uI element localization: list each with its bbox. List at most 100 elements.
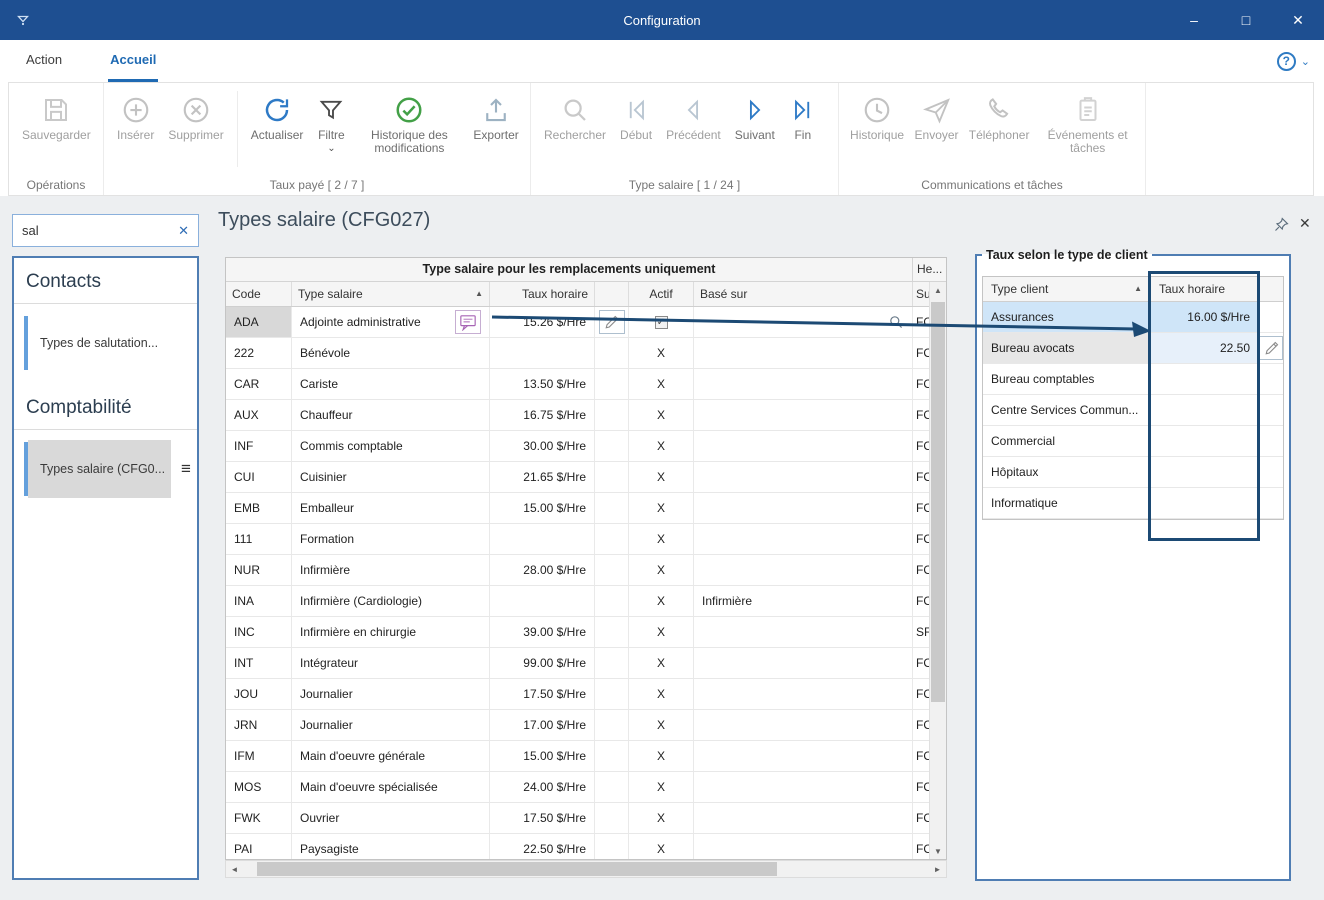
column-header-label: Actif xyxy=(649,282,672,306)
ribbon-button-label: Rechercher xyxy=(544,129,606,142)
client-table-row[interactable]: Assurances16.00 $/Hre xyxy=(983,302,1283,333)
cell-code: JOU xyxy=(226,679,292,709)
column-header-Basé sur[interactable]: Basé sur xyxy=(694,282,913,306)
cell-code: CUI xyxy=(226,462,292,492)
table-row[interactable]: JRNJournalier17.00 $/HreXFO xyxy=(226,710,931,741)
phone-icon xyxy=(984,91,1014,129)
help-icon[interactable]: ? xyxy=(1277,52,1296,71)
ribbon-button-phone[interactable]: Téléphoner xyxy=(964,89,1034,142)
table-row[interactable]: CUICuisinier21.65 $/HreXFO xyxy=(226,462,931,493)
column-header-Code[interactable]: Code xyxy=(226,282,292,306)
column-header-taux-horaire[interactable]: Taux horaire xyxy=(1151,277,1259,301)
cell-actif: X xyxy=(629,400,694,430)
cell-taux-horaire xyxy=(490,586,595,616)
table-row[interactable]: MOSMain d'oeuvre spécialisée24.00 $/HreX… xyxy=(226,772,931,803)
table-row[interactable]: INFCommis comptable30.00 $/HreXFO xyxy=(226,431,931,462)
ribbon-button-label: Événements et tâches xyxy=(1041,129,1134,155)
table-row[interactable]: FWKOuvrier17.50 $/HreXFO xyxy=(226,803,931,834)
edit-pencil-icon[interactable] xyxy=(599,310,625,334)
column-header-type-client[interactable]: Type client▲ xyxy=(983,277,1151,301)
ribbon-button-save[interactable]: Sauvegarder xyxy=(15,89,98,142)
client-table-row[interactable]: Commercial xyxy=(983,426,1283,457)
scrollbar-thumb[interactable] xyxy=(257,862,777,876)
cell-taux-horaire: 22.50 xyxy=(1151,333,1259,363)
table-row[interactable]: JOUJournalier17.50 $/HreXFO xyxy=(226,679,931,710)
ribbon-button-history-check[interactable]: Historique des modifications xyxy=(352,89,466,155)
checkbox-checked-icon[interactable]: ✓ xyxy=(655,316,668,329)
chevron-down-icon[interactable]: ⌄ xyxy=(1301,55,1310,68)
client-table-row[interactable]: Bureau avocats22.50 xyxy=(983,333,1283,364)
ribbon-button-filter[interactable]: Filtre⌄ xyxy=(310,89,352,154)
cell-edit xyxy=(1259,302,1283,332)
tab-accueil[interactable]: Accueil xyxy=(108,40,158,82)
sort-asc-icon: ▲ xyxy=(475,282,483,306)
cell-code: INA xyxy=(226,586,292,616)
scroll-down-icon[interactable]: ▼ xyxy=(930,843,946,859)
clear-search-icon[interactable]: ✕ xyxy=(178,223,189,239)
sidebar-item[interactable]: Types salaire (CFG0...≡ xyxy=(24,440,197,498)
ribbon-button-label: Envoyer xyxy=(915,129,959,142)
cell-edit xyxy=(595,617,629,647)
ribbon-button-nav-first[interactable]: Début xyxy=(613,89,659,142)
horizontal-scrollbar[interactable]: ◄ ► xyxy=(225,860,947,878)
column-header-Type salaire[interactable]: Type salaire▲ xyxy=(292,282,490,306)
pin-icon[interactable] xyxy=(1274,217,1289,235)
client-table-row[interactable]: Centre Services Commun... xyxy=(983,395,1283,426)
search-input[interactable]: sal xyxy=(22,223,178,238)
table-row[interactable]: PAIPaysagiste22.50 $/HreXFO xyxy=(226,834,931,859)
client-table-header-row: Type client▲Taux horaire xyxy=(983,277,1283,302)
maximize-button[interactable]: □ xyxy=(1220,0,1272,40)
table-row[interactable]: AUXChauffeur16.75 $/HreXFO xyxy=(226,400,931,431)
ribbon-button-delete[interactable]: Supprimer xyxy=(161,89,230,142)
scroll-left-icon[interactable]: ◄ xyxy=(226,861,243,877)
ribbon-button-nav-previous[interactable]: Précédent xyxy=(659,89,728,142)
table-row[interactable]: INTIntégrateur99.00 $/HreXFO xyxy=(226,648,931,679)
table-row[interactable]: ADAAdjointe administrative15.26 $/Hre✓FO xyxy=(226,307,931,338)
column-header-Taux horaire[interactable]: Taux horaire xyxy=(490,282,595,306)
table-row[interactable]: 222BénévoleXFO xyxy=(226,338,931,369)
table-row[interactable]: CARCariste13.50 $/HreXFO xyxy=(226,369,931,400)
cell-code: CAR xyxy=(226,369,292,399)
scrollbar-track[interactable] xyxy=(243,861,929,877)
cell-type-salaire: Commis comptable xyxy=(292,431,490,461)
ribbon-button-events[interactable]: Événements et tâches xyxy=(1034,89,1141,155)
hamburger-icon[interactable]: ≡ xyxy=(175,440,197,498)
table-row[interactable]: INCInfirmière en chirurgie39.00 $/HreXSF xyxy=(226,617,931,648)
sidebar-search[interactable]: sal ✕ xyxy=(12,214,199,247)
comment-icon[interactable] xyxy=(455,310,481,334)
lookup-magnifier-icon[interactable] xyxy=(888,314,904,330)
ribbon-button-insert[interactable]: Insérer xyxy=(110,89,161,142)
ribbon-button-nav-last[interactable]: Fin xyxy=(782,89,824,142)
cell-taux-horaire: 28.00 $/Hre xyxy=(490,555,595,585)
cell-actif: X xyxy=(629,369,694,399)
table-row[interactable]: IFMMain d'oeuvre générale15.00 $/HreXFO xyxy=(226,741,931,772)
minimize-button[interactable]: – xyxy=(1168,0,1220,40)
table-row[interactable]: NURInfirmière28.00 $/HreXFO xyxy=(226,555,931,586)
ribbon-button-export[interactable]: Exporter xyxy=(466,89,525,142)
client-table-row[interactable]: Hôpitaux xyxy=(983,457,1283,488)
ribbon-button-nav-next[interactable]: Suivant xyxy=(728,89,782,142)
table-row[interactable]: INAInfirmière (Cardiologie)XInfirmièreFO xyxy=(226,586,931,617)
scrollbar-thumb[interactable] xyxy=(931,302,945,702)
edit-pencil-icon[interactable] xyxy=(1259,336,1283,360)
close-button[interactable]: ✕ xyxy=(1272,0,1324,40)
vertical-scrollbar[interactable]: ▲ ▼ xyxy=(929,282,946,859)
table-row[interactable]: 111FormationXFO xyxy=(226,524,931,555)
table-row[interactable]: EMBEmballeur15.00 $/HreXFO xyxy=(226,493,931,524)
column-header-Actif[interactable]: Actif xyxy=(629,282,694,306)
tab-action[interactable]: Action xyxy=(24,40,64,82)
history-check-icon xyxy=(394,91,424,129)
scroll-up-icon[interactable]: ▲ xyxy=(930,282,946,298)
client-table-row[interactable]: Bureau comptables xyxy=(983,364,1283,395)
ribbon-button-send[interactable]: Envoyer xyxy=(909,89,964,142)
cell-edit xyxy=(595,524,629,554)
sidebar-item[interactable]: Types de salutation... xyxy=(24,314,197,372)
column-header-icons[interactable] xyxy=(595,282,629,306)
scroll-right-icon[interactable]: ► xyxy=(929,861,946,877)
ribbon-button-search[interactable]: Rechercher xyxy=(537,89,613,142)
ribbon-button-refresh[interactable]: Actualiser xyxy=(244,89,311,142)
client-table-row[interactable]: Informatique xyxy=(983,488,1283,519)
panel-close-icon[interactable]: ✕ xyxy=(1299,215,1311,232)
ribbon-button-history[interactable]: Historique xyxy=(845,89,909,142)
ribbon-filler xyxy=(1146,83,1313,195)
